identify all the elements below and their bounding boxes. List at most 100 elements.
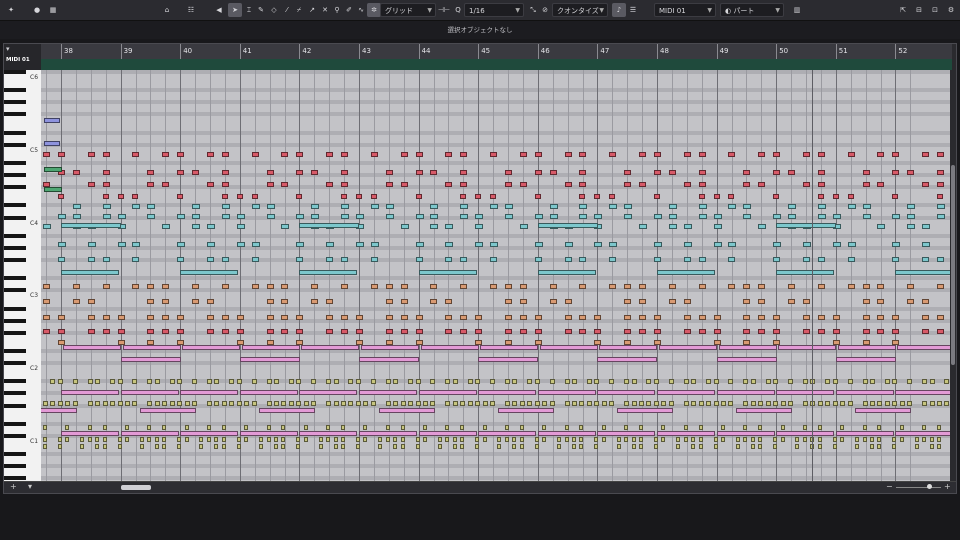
midi-note[interactable]	[475, 437, 480, 442]
midi-note[interactable]	[661, 437, 666, 442]
midi-note[interactable]	[668, 170, 676, 175]
midi-note[interactable]	[475, 444, 480, 449]
midi-note[interactable]	[296, 214, 305, 219]
midi-note[interactable]	[296, 152, 304, 157]
midi-note[interactable]	[743, 182, 751, 187]
midi-note[interactable]	[624, 204, 633, 209]
midi-note[interactable]	[251, 257, 259, 262]
midi-note[interactable]	[718, 345, 777, 350]
midi-note[interactable]	[132, 152, 140, 157]
midi-note[interactable]	[504, 182, 512, 187]
midi-note[interactable]	[862, 329, 870, 334]
midi-note[interactable]	[639, 299, 646, 304]
midi-note[interactable]	[937, 194, 943, 199]
midi-note[interactable]	[564, 182, 572, 187]
midi-note[interactable]	[519, 315, 527, 320]
midi-note[interactable]	[110, 401, 116, 406]
midi-note[interactable]	[281, 315, 289, 320]
midi-note[interactable]	[333, 401, 339, 406]
midi-note[interactable]	[512, 444, 517, 449]
midi-note[interactable]	[624, 437, 629, 442]
midi-note[interactable]	[162, 152, 170, 157]
midi-note[interactable]	[534, 444, 539, 449]
midi-note[interactable]	[683, 242, 692, 247]
midi-note[interactable]	[716, 431, 775, 436]
midi-note[interactable]	[400, 284, 408, 289]
midi-note[interactable]	[266, 299, 274, 304]
midi-note[interactable]	[653, 444, 658, 449]
black-key[interactable]	[4, 330, 26, 335]
midi-note[interactable]	[668, 401, 674, 406]
midi-note[interactable]	[653, 329, 661, 334]
midi-note[interactable]	[117, 437, 122, 442]
midi-note[interactable]	[922, 182, 930, 187]
midi-note[interactable]	[326, 299, 334, 304]
black-key[interactable]	[4, 142, 26, 147]
midi-note[interactable]	[147, 204, 156, 209]
midi-note[interactable]	[296, 401, 302, 406]
midi-note[interactable]	[460, 437, 465, 442]
midi-note[interactable]	[482, 425, 487, 430]
midi-note[interactable]	[802, 379, 808, 384]
midi-note[interactable]	[102, 315, 110, 320]
midi-note[interactable]	[430, 214, 439, 219]
midi-note[interactable]	[177, 242, 186, 247]
midi-note[interactable]	[437, 444, 442, 449]
midi-note[interactable]	[579, 257, 587, 262]
midi-note[interactable]	[102, 152, 110, 157]
midi-note[interactable]	[408, 401, 414, 406]
midi-note[interactable]	[720, 425, 725, 430]
midi-note[interactable]	[348, 401, 354, 406]
midi-note[interactable]	[713, 194, 720, 199]
black-key[interactable]	[4, 215, 26, 220]
midi-note[interactable]	[639, 152, 646, 157]
midi-note[interactable]	[326, 437, 331, 442]
midi-note[interactable]	[87, 182, 95, 187]
midi-note[interactable]	[341, 182, 348, 187]
midi-note[interactable]	[579, 315, 587, 320]
midi-note[interactable]	[922, 299, 930, 304]
midi-note[interactable]	[735, 444, 740, 449]
midi-note[interactable]	[87, 379, 93, 384]
midi-note[interactable]	[341, 284, 348, 289]
midi-note[interactable]	[497, 408, 554, 413]
midi-note[interactable]	[57, 437, 62, 442]
midi-note[interactable]	[259, 437, 264, 442]
midi-note[interactable]	[370, 152, 378, 157]
midi-note[interactable]	[657, 431, 715, 436]
midi-note[interactable]	[490, 284, 497, 289]
midi-note[interactable]	[393, 379, 399, 384]
midi-note[interactable]	[61, 390, 119, 395]
midi-note[interactable]	[221, 444, 226, 449]
midi-note[interactable]	[750, 437, 755, 442]
black-key[interactable]	[4, 112, 26, 117]
midi-note[interactable]	[415, 152, 423, 157]
midi-note[interactable]	[244, 437, 249, 442]
midi-note[interactable]	[65, 401, 71, 406]
midi-note[interactable]	[795, 437, 800, 442]
midi-note[interactable]	[50, 379, 56, 384]
midi-note[interactable]	[177, 379, 183, 384]
midi-note[interactable]	[177, 444, 182, 449]
midi-note[interactable]	[341, 444, 345, 449]
midi-note[interactable]	[341, 257, 348, 262]
midi-note[interactable]	[221, 182, 229, 187]
midi-note[interactable]	[87, 437, 92, 442]
midi-note[interactable]	[430, 284, 438, 289]
midi-note[interactable]	[571, 437, 576, 442]
midi-note[interactable]	[244, 425, 249, 430]
midi-note[interactable]	[624, 315, 632, 320]
midi-note[interactable]	[430, 299, 438, 304]
midi-note[interactable]	[639, 401, 644, 406]
midi-note[interactable]	[519, 401, 525, 406]
midi-note[interactable]	[594, 401, 600, 406]
midi-note[interactable]	[564, 315, 572, 320]
midi-note[interactable]	[869, 437, 874, 442]
midi-note[interactable]	[892, 242, 901, 247]
midi-note[interactable]	[776, 270, 835, 275]
midi-note[interactable]	[475, 214, 484, 219]
midi-note[interactable]	[653, 194, 660, 199]
midi-note[interactable]	[57, 401, 63, 406]
midi-note[interactable]	[877, 284, 885, 289]
midi-note[interactable]	[206, 315, 214, 320]
